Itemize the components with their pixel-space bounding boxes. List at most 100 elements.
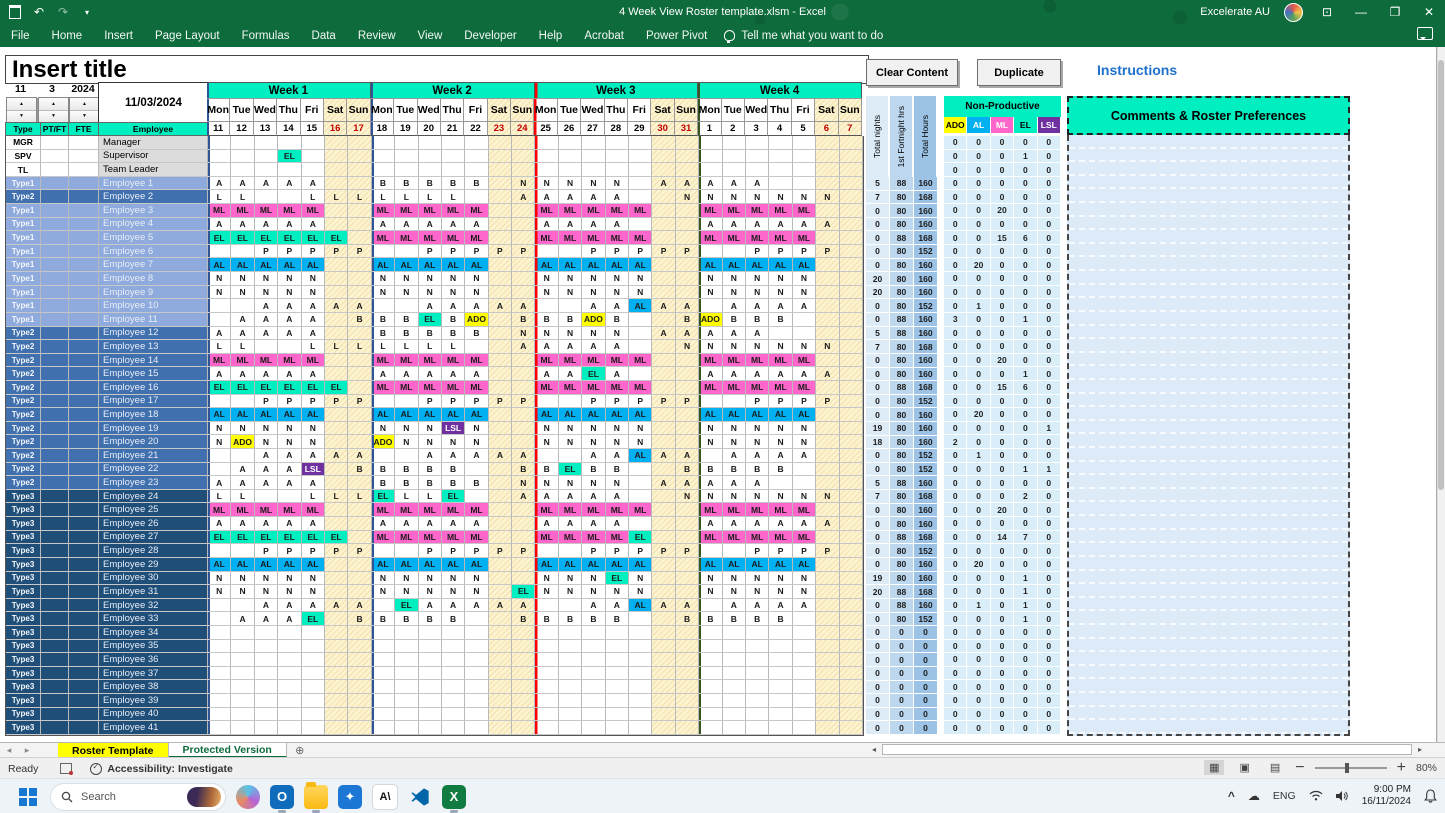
shift-cell[interactable] <box>629 490 652 504</box>
shift-cell[interactable] <box>395 245 418 259</box>
shift-cell[interactable] <box>746 667 769 681</box>
ptft-cell[interactable] <box>41 204 69 218</box>
shift-cell[interactable]: N <box>582 476 605 490</box>
shift-cell[interactable] <box>699 245 722 259</box>
shift-cell[interactable]: N <box>723 572 746 586</box>
shift-cell[interactable]: ML <box>535 381 558 395</box>
shift-cell[interactable]: B <box>419 177 442 191</box>
shift-cell[interactable] <box>769 680 792 694</box>
shift-cell[interactable] <box>676 204 699 218</box>
shift-cell[interactable]: ML <box>629 231 652 245</box>
fte-cell[interactable] <box>69 190 99 204</box>
shift-cell[interactable] <box>255 694 278 708</box>
shift-cell[interactable]: N <box>793 435 816 449</box>
shift-cell[interactable] <box>231 680 254 694</box>
employee-name[interactable]: Employee 41 <box>99 721 208 735</box>
comment-row[interactable] <box>1069 543 1348 557</box>
shift-cell[interactable] <box>325 572 348 586</box>
shift-cell[interactable]: P <box>652 245 675 259</box>
shift-cell[interactable] <box>512 503 535 517</box>
shift-cell[interactable] <box>816 204 839 218</box>
comment-row[interactable] <box>1069 584 1348 598</box>
fte-cell[interactable] <box>69 476 99 490</box>
shift-cell[interactable]: P <box>512 395 535 409</box>
outlook-icon[interactable]: O <box>270 785 294 809</box>
shift-cell[interactable] <box>278 694 301 708</box>
shift-cell[interactable]: N <box>793 272 816 286</box>
shift-cell[interactable]: ML <box>442 531 465 545</box>
shift-cell[interactable] <box>723 150 746 164</box>
shift-cell[interactable]: P <box>652 544 675 558</box>
shift-cell[interactable] <box>840 354 863 368</box>
shift-cell[interactable] <box>348 163 371 177</box>
shift-cell[interactable] <box>208 544 231 558</box>
shift-cell[interactable] <box>255 640 278 654</box>
shift-cell[interactable]: ML <box>278 354 301 368</box>
shift-cell[interactable]: ML <box>465 354 488 368</box>
shift-cell[interactable] <box>278 653 301 667</box>
shift-cell[interactable] <box>512 136 535 150</box>
shift-cell[interactable]: A <box>769 299 792 313</box>
shift-cell[interactable] <box>769 476 792 490</box>
shift-cell[interactable]: L <box>208 340 231 354</box>
shift-cell[interactable]: AL <box>793 408 816 422</box>
shift-cell[interactable] <box>255 340 278 354</box>
shift-cell[interactable] <box>816 640 839 654</box>
shift-cell[interactable]: A <box>559 367 582 381</box>
shift-cell[interactable] <box>325 694 348 708</box>
shift-cell[interactable] <box>606 721 629 735</box>
shift-cell[interactable] <box>372 150 395 164</box>
shift-cell[interactable] <box>816 503 839 517</box>
shift-cell[interactable]: P <box>302 544 325 558</box>
fte-cell[interactable] <box>69 177 99 191</box>
shift-cell[interactable]: N <box>582 327 605 341</box>
shift-cell[interactable] <box>723 136 746 150</box>
shift-cell[interactable] <box>840 694 863 708</box>
shift-cell[interactable]: ML <box>395 531 418 545</box>
comment-row[interactable] <box>1069 598 1348 612</box>
shift-cell[interactable] <box>442 721 465 735</box>
shift-cell[interactable]: N <box>465 422 488 436</box>
shift-cell[interactable]: A <box>302 449 325 463</box>
shift-cell[interactable] <box>208 694 231 708</box>
shift-cell[interactable]: A <box>325 299 348 313</box>
shift-cell[interactable]: N <box>255 585 278 599</box>
shift-cell[interactable]: N <box>465 435 488 449</box>
shift-cell[interactable]: A <box>302 367 325 381</box>
shift-cell[interactable]: A <box>559 490 582 504</box>
shift-cell[interactable] <box>816 163 839 177</box>
shift-cell[interactable]: B <box>512 612 535 626</box>
scroll-right-icon[interactable]: ▸ <box>1414 745 1426 754</box>
ptft-cell[interactable] <box>41 367 69 381</box>
ptft-cell[interactable] <box>41 354 69 368</box>
shift-cell[interactable] <box>255 653 278 667</box>
shift-cell[interactable] <box>676 286 699 300</box>
shift-cell[interactable] <box>840 422 863 436</box>
shift-cell[interactable] <box>629 136 652 150</box>
shift-cell[interactable]: A <box>816 367 839 381</box>
shift-cell[interactable]: L <box>419 490 442 504</box>
language-indicator[interactable]: ENG <box>1273 790 1296 802</box>
shift-cell[interactable]: ML <box>769 354 792 368</box>
shift-cell[interactable]: AL <box>723 558 746 572</box>
shift-cell[interactable] <box>582 708 605 722</box>
ptft-cell[interactable] <box>41 599 69 613</box>
shift-cell[interactable] <box>465 680 488 694</box>
shift-cell[interactable]: A <box>395 218 418 232</box>
shift-cell[interactable] <box>840 136 863 150</box>
leader-name[interactable]: Team Leader <box>99 163 208 177</box>
shift-cell[interactable] <box>723 653 746 667</box>
shift-cell[interactable]: A <box>606 218 629 232</box>
copilot-icon[interactable] <box>236 785 260 809</box>
shift-cell[interactable]: A <box>278 612 301 626</box>
shift-cell[interactable]: A <box>723 517 746 531</box>
shift-cell[interactable] <box>606 163 629 177</box>
shift-cell[interactable]: A <box>512 490 535 504</box>
shift-cell[interactable]: N <box>208 585 231 599</box>
shift-cell[interactable]: P <box>489 245 512 259</box>
shift-cell[interactable]: N <box>606 585 629 599</box>
shift-cell[interactable]: AL <box>395 558 418 572</box>
ptft-cell[interactable] <box>41 517 69 531</box>
shift-cell[interactable] <box>395 640 418 654</box>
shift-cell[interactable]: EL <box>419 313 442 327</box>
